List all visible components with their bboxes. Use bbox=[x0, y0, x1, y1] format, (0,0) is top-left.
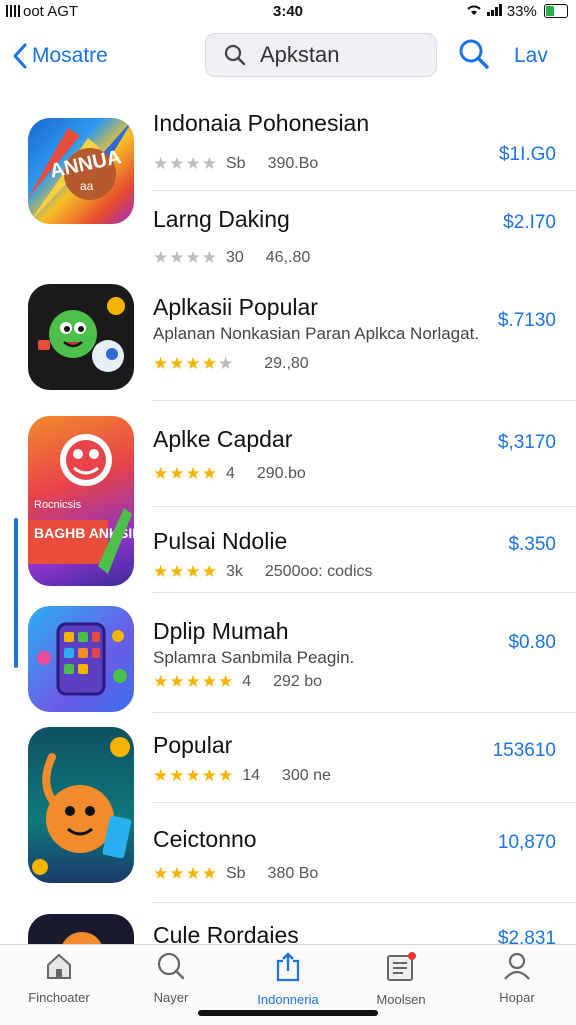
share-icon bbox=[276, 952, 300, 982]
list-item[interactable]: Indonaia Pohonesian ★★★★ Sb 390.Bo $1I.G… bbox=[0, 108, 576, 190]
price-button[interactable]: $0.80 bbox=[508, 632, 556, 654]
list-item[interactable]: Popular ★★★★★ 14 300 ne 153610 bbox=[0, 730, 576, 800]
download-count: 29.,80 bbox=[264, 355, 309, 372]
rating-stars: ★★★★★ bbox=[153, 354, 235, 373]
download-count: 380 Bo bbox=[267, 865, 319, 882]
battery-icon bbox=[544, 4, 568, 18]
price-button[interactable]: $2.831 bbox=[498, 928, 556, 944]
person-icon bbox=[504, 952, 530, 980]
tab-search[interactable]: Nayer bbox=[116, 951, 226, 1005]
app-name: Aplkasii Popular bbox=[153, 294, 318, 320]
list-item[interactable]: Aplke Capdar ★★★★ 4 290.bo $,3170 bbox=[0, 424, 576, 504]
wifi-icon bbox=[466, 3, 486, 20]
list-item[interactable]: Dplip Mumah Splamra Sanbmila Peagin. ★★★… bbox=[0, 616, 576, 712]
tab-label: Finchoater bbox=[28, 990, 90, 1005]
rating-stars: ★★★★ bbox=[153, 562, 218, 581]
download-count: 390.Bo bbox=[267, 155, 319, 172]
app-name: Pulsai Ndolie bbox=[153, 528, 288, 554]
price-button[interactable]: 153610 bbox=[493, 740, 556, 762]
price-button[interactable]: $2.I70 bbox=[503, 212, 556, 234]
rating-stars: ★★★★ bbox=[153, 864, 218, 883]
signal-bars-icon bbox=[486, 3, 507, 20]
rating-stars: ★★★★ bbox=[153, 464, 218, 483]
divider bbox=[153, 190, 576, 191]
app-subtitle: Aplanan Nonkasian Paran Aplkca Norlagat. bbox=[153, 324, 480, 343]
list-item[interactable]: Larng Daking ★★★★ 30 46,.80 $2.I70 bbox=[0, 204, 576, 284]
rating-stars: ★★★★★ bbox=[153, 672, 235, 691]
rating-count: 3k bbox=[225, 563, 243, 580]
price-button[interactable]: $.350 bbox=[508, 534, 556, 556]
app-name: Ceictonno bbox=[153, 826, 257, 852]
download-count: 46,.80 bbox=[265, 249, 311, 266]
list-item[interactable]: Aplkasii Popular Aplanan Nonkasian Paran… bbox=[0, 292, 576, 396]
tab-label: Nayer bbox=[153, 990, 189, 1005]
divider bbox=[153, 592, 576, 593]
download-count: 290.bo bbox=[256, 465, 306, 482]
search-field[interactable]: Apkstan bbox=[205, 33, 437, 77]
download-count: 300 ne bbox=[282, 767, 331, 784]
divider bbox=[153, 400, 576, 401]
rating-count: 30 bbox=[225, 249, 244, 266]
divider bbox=[153, 902, 576, 903]
rating-count: Sb bbox=[225, 155, 246, 172]
price-button[interactable]: $1I.G0 bbox=[499, 144, 556, 166]
status-bar: oot AGT 3:40 33% bbox=[0, 0, 576, 26]
tab-home[interactable]: Finchoater bbox=[4, 951, 114, 1005]
divider bbox=[153, 506, 576, 507]
rating-count: 4 bbox=[225, 465, 235, 482]
price-button[interactable]: 10,870 bbox=[498, 832, 556, 854]
divider bbox=[153, 802, 576, 803]
download-count: 2500oo: codics bbox=[264, 563, 373, 580]
tab-label: Moolsen bbox=[376, 992, 426, 1007]
download-count: 292 bo bbox=[273, 673, 323, 690]
app-name: Aplke Capdar bbox=[153, 426, 293, 452]
price-button[interactable]: $,3170 bbox=[498, 432, 556, 454]
app-name: Larng Daking bbox=[153, 206, 290, 232]
list-item[interactable]: Pulsai Ndolie ★★★★ 3k 2500oo: codics $.3… bbox=[0, 526, 576, 596]
rating-stars: ★★★★ bbox=[153, 248, 218, 267]
app-name: Indonaia Pohonesian bbox=[153, 110, 370, 136]
chevron-left-icon bbox=[13, 43, 27, 69]
tab-label: Hopar bbox=[499, 990, 535, 1005]
rating-stars: ★★★★ bbox=[153, 154, 218, 173]
battery-label: 33% bbox=[506, 3, 537, 20]
nav-bar: Mosatre Apkstan Lav bbox=[0, 30, 576, 84]
list-item[interactable]: Cule Rordaies $2.831 bbox=[0, 920, 576, 944]
news-icon bbox=[387, 952, 416, 981]
home-indicator bbox=[198, 1010, 378, 1016]
search-button[interactable] bbox=[458, 38, 490, 75]
back-label: Mosatre bbox=[32, 44, 108, 67]
search-icon bbox=[224, 44, 246, 66]
divider bbox=[153, 712, 576, 713]
app-name: Cule Rordaies bbox=[153, 922, 299, 944]
list-item[interactable]: Ceictonno ★★★★ Sb 380 Bo 10,870 bbox=[0, 824, 576, 904]
rating-stars: ★★★★★ bbox=[153, 766, 235, 785]
tab-news[interactable]: Moolsen bbox=[346, 951, 456, 1007]
search-icon bbox=[157, 952, 185, 980]
price-button[interactable]: $.7130 bbox=[498, 310, 556, 332]
search-icon bbox=[459, 39, 489, 69]
home-icon bbox=[47, 953, 71, 979]
rating-count: 4 bbox=[242, 673, 252, 690]
rating-count: Sb bbox=[225, 865, 246, 882]
search-text: Apkstan bbox=[260, 42, 340, 67]
app-subtitle: Splamra Sanbmila Peagin. bbox=[153, 648, 355, 667]
nav-right-button[interactable]: Lav bbox=[514, 44, 548, 68]
back-button[interactable]: Mosatre bbox=[12, 40, 108, 72]
tab-share[interactable]: Indonneria bbox=[233, 951, 343, 1007]
tab-profile[interactable]: Hopar bbox=[462, 951, 572, 1005]
app-name: Dplip Mumah bbox=[153, 618, 289, 644]
tab-label: Indonneria bbox=[257, 992, 319, 1007]
rating-count: 14 bbox=[242, 767, 260, 784]
app-name: Popular bbox=[153, 732, 233, 758]
app-list: ANNUA aa Rocnicsis BAGHB ANKSIE Indonaia… bbox=[0, 94, 576, 944]
